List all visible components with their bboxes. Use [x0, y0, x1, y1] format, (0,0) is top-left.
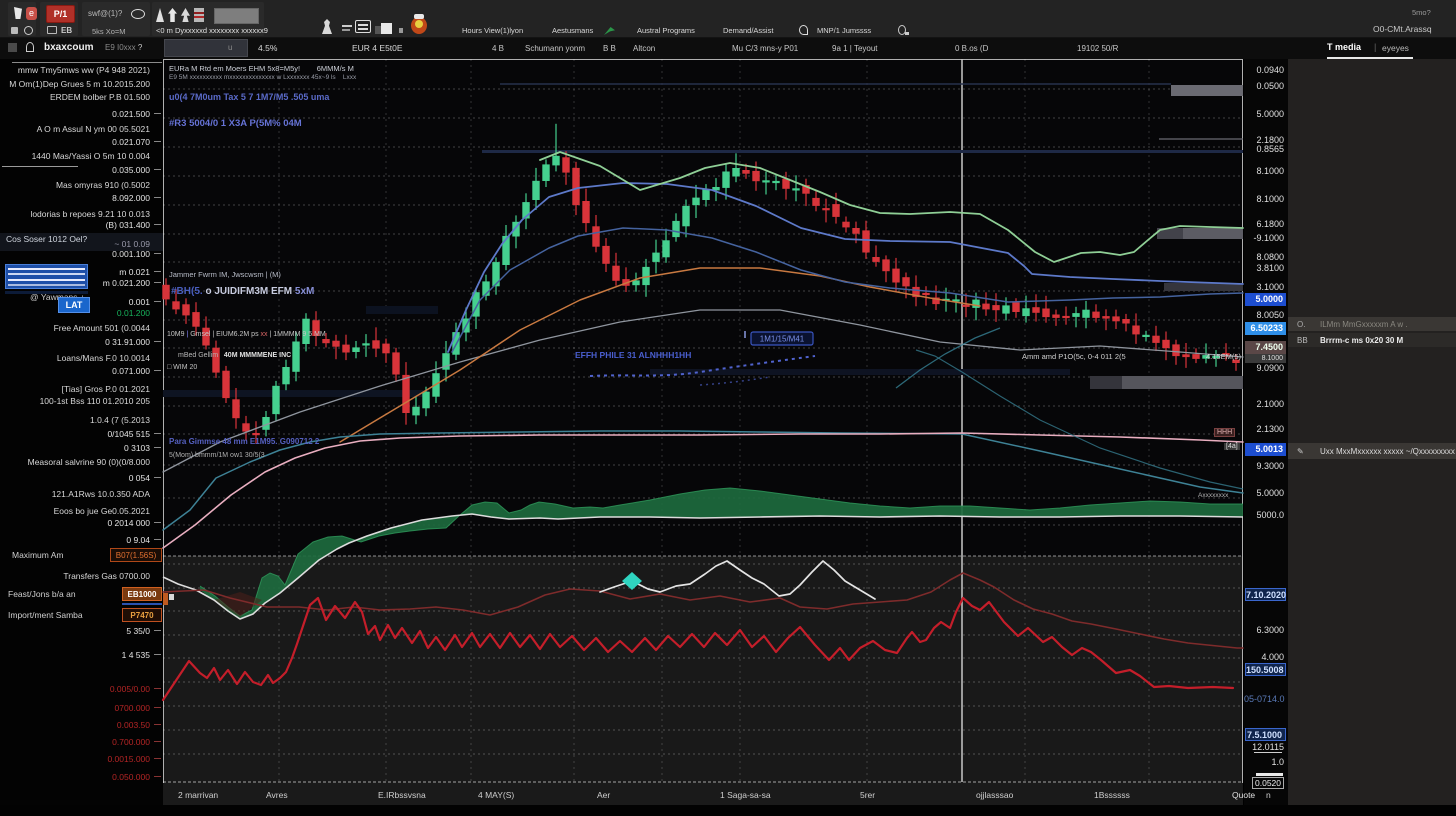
- svg-text:1M1/15/M41: 1M1/15/M41: [760, 335, 805, 344]
